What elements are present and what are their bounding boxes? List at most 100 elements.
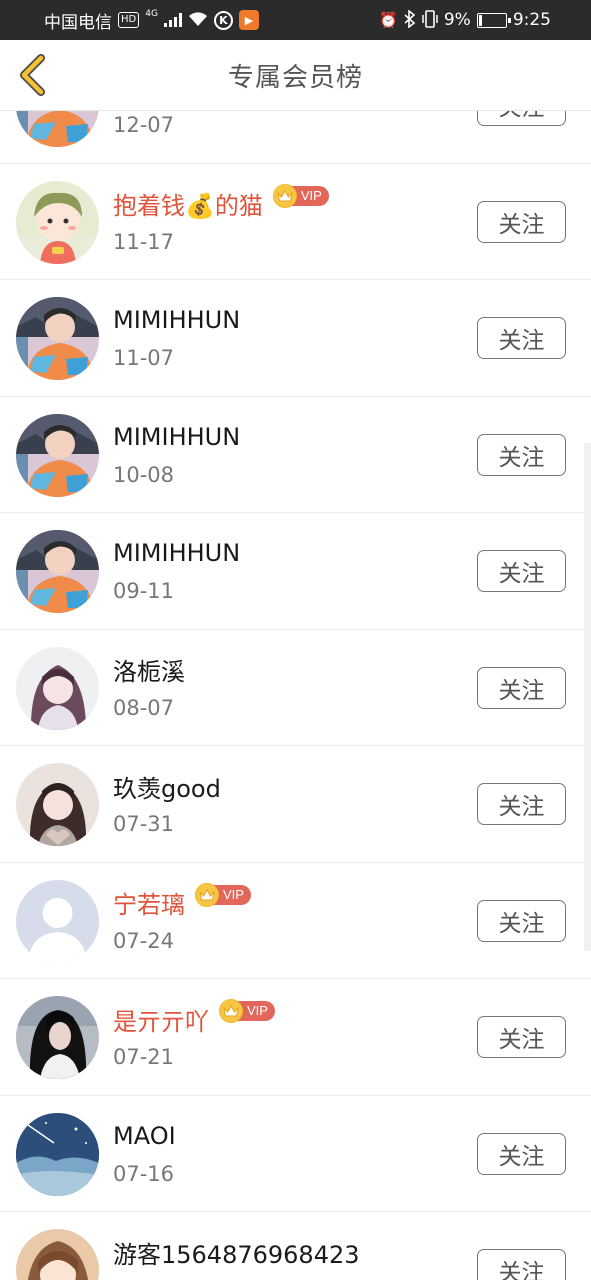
name-line: 洛栀溪 xyxy=(113,652,185,688)
member-row[interactable]: 是亓亓吖 VIP 07-21 关注 xyxy=(0,979,591,1096)
follow-button[interactable]: 关注 xyxy=(477,317,566,359)
member-date: 10-08 xyxy=(113,462,175,487)
member-name[interactable]: 是亓亓吖 xyxy=(113,1002,209,1037)
page-title: 专属会员榜 xyxy=(227,62,363,93)
member-info: MIMIHHUN 09-11 xyxy=(113,535,240,603)
member-row[interactable]: 洛栀溪 08-07 关注 xyxy=(0,629,591,746)
member-row[interactable]: 抱着钱💰的猫 VIP 11-17 关注 xyxy=(0,163,591,280)
member-date: 11-17 xyxy=(113,229,175,254)
avatar[interactable] xyxy=(16,111,99,147)
name-line: 抱着钱💰的猫 VIP xyxy=(113,183,329,222)
avatar[interactable] xyxy=(16,879,99,963)
member-row[interactable]: 游客1564876968423 关注 xyxy=(0,1212,591,1280)
member-date: 11-07 xyxy=(113,346,175,370)
back-button[interactable] xyxy=(12,52,52,98)
avatar[interactable] xyxy=(16,646,99,730)
follow-button[interactable]: 关注 xyxy=(477,666,566,709)
play-icon: ▶ xyxy=(238,10,259,30)
carrier-label: 中国电信 xyxy=(44,12,112,33)
crown-icon xyxy=(195,882,219,907)
member-name[interactable]: MIMIHHUN xyxy=(113,306,240,334)
scrollbar[interactable] xyxy=(584,443,591,951)
chevron-left-icon xyxy=(20,54,45,96)
member-row[interactable]: MIMIHHUN 09-11 关注 xyxy=(0,513,591,630)
status-bar: 中国电信 HD 4G K ▶ ⏰ 9% 9:25 xyxy=(0,0,591,40)
member-date: 09-11 xyxy=(113,579,175,603)
follow-button[interactable]: 关注 xyxy=(477,433,566,476)
alarm-icon: ⏰ xyxy=(379,10,398,29)
member-name[interactable]: 洛栀溪 xyxy=(113,652,185,687)
member-info: 宁若璃 VIP 07-24 xyxy=(113,882,251,953)
avatar[interactable] xyxy=(16,180,99,264)
member-date: 07-16 xyxy=(113,1161,175,1186)
member-list[interactable]: 12-07关注抱着钱💰的猫VIP11-17关注MIMIHHUN11-07关注MI… xyxy=(0,111,591,1280)
vibrate-icon xyxy=(422,9,438,31)
member-info: MAOI 07-16 xyxy=(113,1118,176,1186)
member-info: 洛栀溪 08-07 xyxy=(113,652,185,720)
battery-percent: 9% xyxy=(443,10,471,30)
member-row[interactable]: 12-07 关注 xyxy=(0,111,591,164)
member-name[interactable]: 宁若璃 xyxy=(113,885,185,920)
follow-button[interactable]: 关注 xyxy=(477,1016,566,1058)
name-line: MIMIHHUN xyxy=(113,535,240,571)
member-name[interactable]: 游客1564876968423 xyxy=(113,1235,360,1270)
member-info: 玖羡good 07-31 xyxy=(113,768,221,837)
avatar[interactable] xyxy=(16,530,99,613)
vip-badge: VIP xyxy=(219,999,275,1023)
member-row[interactable]: MAOI 07-16 关注 xyxy=(0,1095,591,1212)
follow-button[interactable]: 关注 xyxy=(477,1132,566,1175)
hd-badge: HD xyxy=(118,12,140,28)
k-icon: K xyxy=(213,10,233,30)
follow-button[interactable]: 关注 xyxy=(477,783,566,825)
name-line: MAOI xyxy=(113,1118,176,1154)
avatar[interactable] xyxy=(16,1229,99,1280)
bluetooth-icon xyxy=(404,8,416,31)
follow-button[interactable]: 关注 xyxy=(477,899,566,942)
avatar[interactable] xyxy=(16,763,99,846)
member-info: 抱着钱💰的猫 VIP 11-17 xyxy=(113,183,329,254)
member-row[interactable]: MIMIHHUN 10-08 关注 xyxy=(0,396,591,513)
name-line: 玖羡good xyxy=(113,768,221,804)
signal-icon xyxy=(163,13,182,27)
member-info: MIMIHHUN 10-08 xyxy=(113,419,240,487)
avatar[interactable] xyxy=(16,297,99,380)
battery-icon xyxy=(476,12,511,28)
follow-button[interactable]: 关注 xyxy=(477,550,566,592)
member-row[interactable]: 玖羡good 07-31 关注 xyxy=(0,746,591,863)
member-date: 08-07 xyxy=(113,695,175,720)
member-name[interactable]: 玖羡good xyxy=(113,769,221,804)
clock: 9:25 xyxy=(512,10,551,30)
crown-icon xyxy=(219,999,243,1023)
member-row[interactable]: 宁若璃 VIP 07-24 关注 xyxy=(0,862,591,979)
vip-badge: VIP xyxy=(272,183,329,208)
follow-button[interactable]: 关注 xyxy=(477,200,566,243)
network-label: 4G xyxy=(145,9,158,19)
member-date: 07-24 xyxy=(113,928,175,953)
member-date: 12-07 xyxy=(113,113,175,137)
status-right: ⏰ 9% 9:25 xyxy=(379,8,551,31)
member-info: 游客1564876968423 xyxy=(113,1234,360,1278)
member-info: MIMIHHUN 11-07 xyxy=(113,302,240,370)
name-line: 游客1564876968423 xyxy=(113,1234,360,1270)
name-line: MIMIHHUN xyxy=(113,302,240,338)
member-name[interactable]: MAOI xyxy=(113,1122,176,1150)
name-line: 是亓亓吖 VIP xyxy=(113,999,275,1037)
wifi-icon xyxy=(188,11,208,30)
avatar[interactable] xyxy=(16,1112,99,1196)
member-name[interactable]: MIMIHHUN xyxy=(113,539,240,567)
member-name[interactable]: 抱着钱💰的猫 xyxy=(113,186,263,221)
vip-badge: VIP xyxy=(195,882,251,907)
follow-button[interactable]: 关注 xyxy=(477,1249,566,1280)
avatar[interactable] xyxy=(16,996,99,1079)
member-name[interactable]: MIMIHHUN xyxy=(113,423,240,451)
member-info: 是亓亓吖 VIP 07-21 xyxy=(113,999,275,1069)
member-info: 12-07 xyxy=(113,111,174,137)
follow-button[interactable]: 关注 xyxy=(477,111,566,126)
status-left: 中国电信 HD 4G K ▶ xyxy=(44,8,259,33)
avatar[interactable] xyxy=(16,413,99,497)
member-row[interactable]: MIMIHHUN 11-07 关注 xyxy=(0,280,591,397)
nav-bar: 专属会员榜 xyxy=(0,40,591,111)
member-date: 07-21 xyxy=(113,1045,175,1069)
member-date: 07-31 xyxy=(113,812,175,836)
name-line: MIMIHHUN xyxy=(113,419,240,455)
